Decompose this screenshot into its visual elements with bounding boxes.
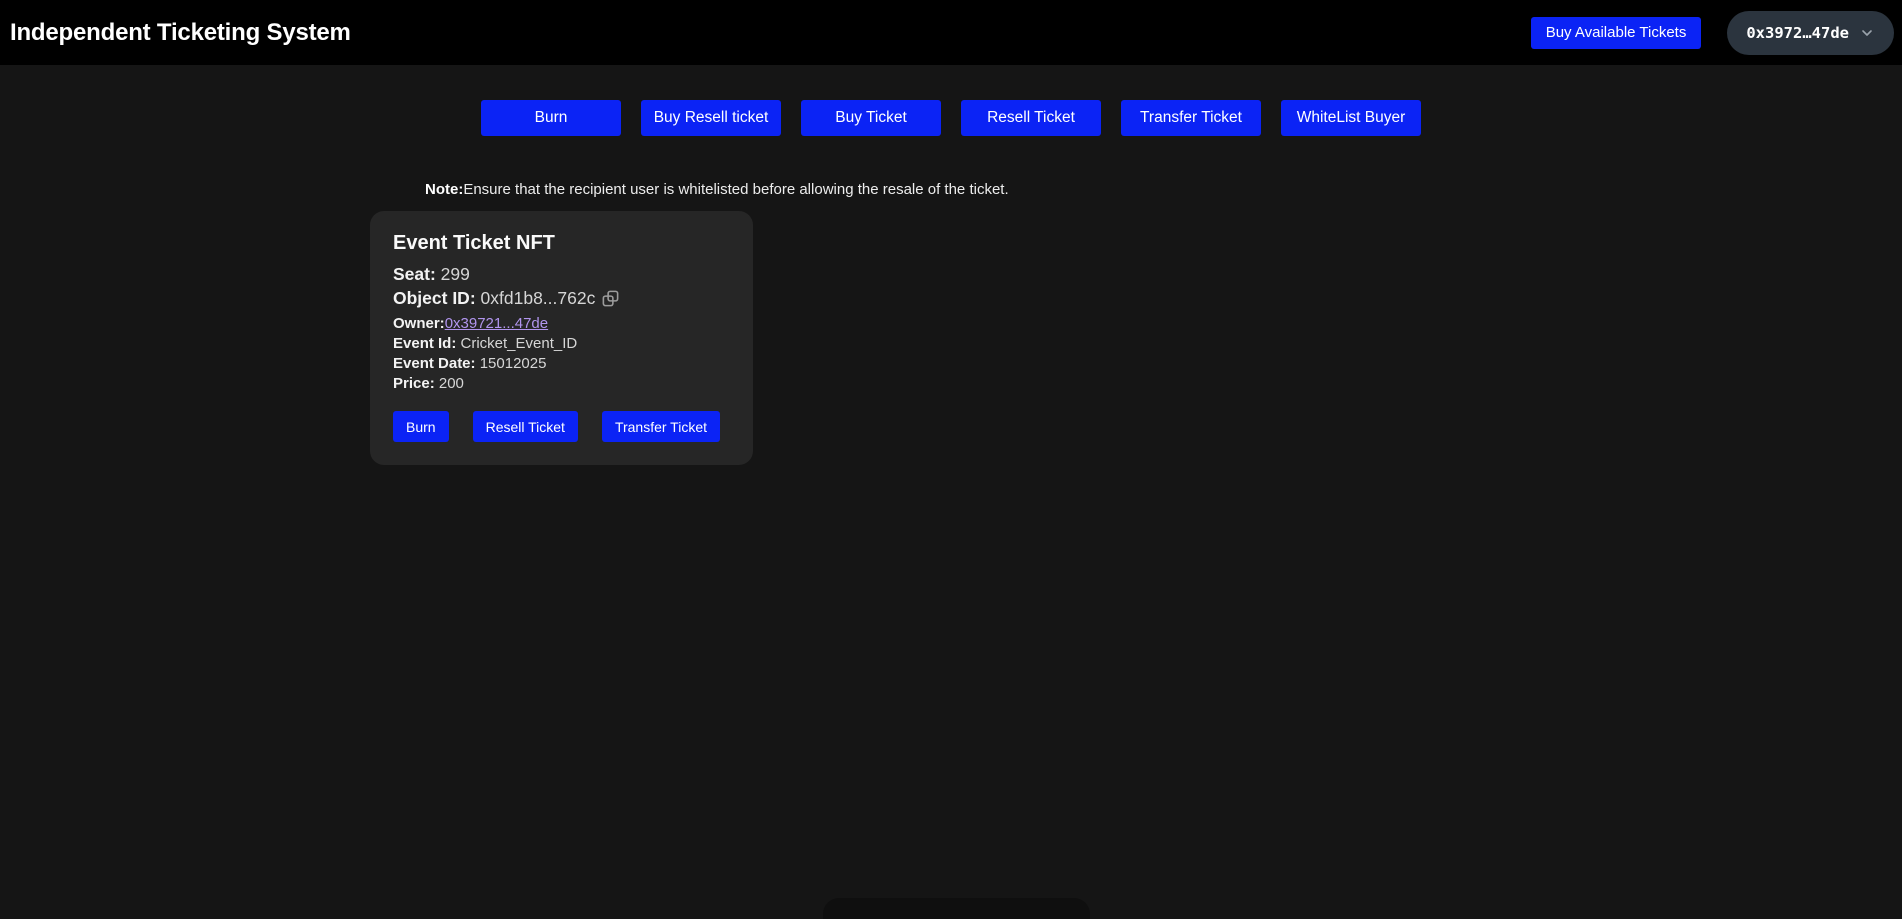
seat-label: Seat: <box>393 264 436 284</box>
header-actions: Buy Available Tickets 0x3972…47de <box>1531 11 1894 55</box>
note-text: Ensure that the recipient user is whitel… <box>463 181 1008 198</box>
action-button-row: Burn Buy Resell ticket Buy Ticket Resell… <box>0 100 1902 136</box>
nav-transfer-ticket-button[interactable]: Transfer Ticket <box>1121 100 1261 136</box>
owner-label: Owner: <box>393 315 445 332</box>
object-id-label: Object ID: <box>393 288 476 308</box>
seat-value: 299 <box>441 264 470 284</box>
ticket-card-actions: Burn Resell Ticket Transfer Ticket <box>393 411 730 442</box>
event-id-row: Event Id: Cricket_Event_ID <box>393 334 730 354</box>
card-transfer-ticket-button[interactable]: Transfer Ticket <box>602 411 720 442</box>
price-row: Price: 200 <box>393 374 730 394</box>
card-resell-ticket-button[interactable]: Resell Ticket <box>473 411 578 442</box>
wallet-address: 0x3972…47de <box>1746 24 1849 42</box>
page-title: Independent Ticketing System <box>10 19 351 47</box>
note-label: Note: <box>425 181 463 198</box>
event-id-label: Event Id: <box>393 335 456 352</box>
seat-row: Seat: 299 <box>393 262 730 286</box>
nav-buy-ticket-button[interactable]: Buy Ticket <box>801 100 941 136</box>
whitelist-note: Note:Ensure that the recipient user is w… <box>425 181 1009 198</box>
event-id-value: Cricket_Event_ID <box>461 335 578 352</box>
price-label: Price: <box>393 375 435 392</box>
event-date-label: Event Date: <box>393 355 476 372</box>
event-ticket-card: Event Ticket NFT Seat: 299 Object ID: 0x… <box>370 211 753 465</box>
price-value: 200 <box>439 375 464 392</box>
event-date-row: Event Date: 15012025 <box>393 354 730 374</box>
object-id-row: Object ID: 0xfd1b8...762c <box>393 286 730 314</box>
nav-buy-resell-ticket-button[interactable]: Buy Resell ticket <box>641 100 781 136</box>
nav-burn-button[interactable]: Burn <box>481 100 621 136</box>
page: Independent Ticketing System Buy Availab… <box>0 0 1902 919</box>
card-burn-button[interactable]: Burn <box>393 411 449 442</box>
nav-whitelist-buyer-button[interactable]: WhiteList Buyer <box>1281 100 1421 136</box>
owner-address-link[interactable]: 0x39721...47de <box>445 315 548 332</box>
app-header: Independent Ticketing System Buy Availab… <box>0 0 1902 65</box>
bottom-overlay <box>823 898 1090 919</box>
wallet-account-button[interactable]: 0x3972…47de <box>1727 11 1894 55</box>
owner-row: Owner:0x39721...47de <box>393 314 730 334</box>
event-date-value: 15012025 <box>480 355 547 372</box>
nav-resell-ticket-button[interactable]: Resell Ticket <box>961 100 1101 136</box>
buy-available-tickets-button[interactable]: Buy Available Tickets <box>1531 17 1702 49</box>
chevron-down-icon <box>1859 25 1875 41</box>
copy-icon[interactable] <box>601 289 620 314</box>
ticket-card-title: Event Ticket NFT <box>393 232 730 255</box>
object-id-value: 0xfd1b8...762c <box>481 288 596 308</box>
